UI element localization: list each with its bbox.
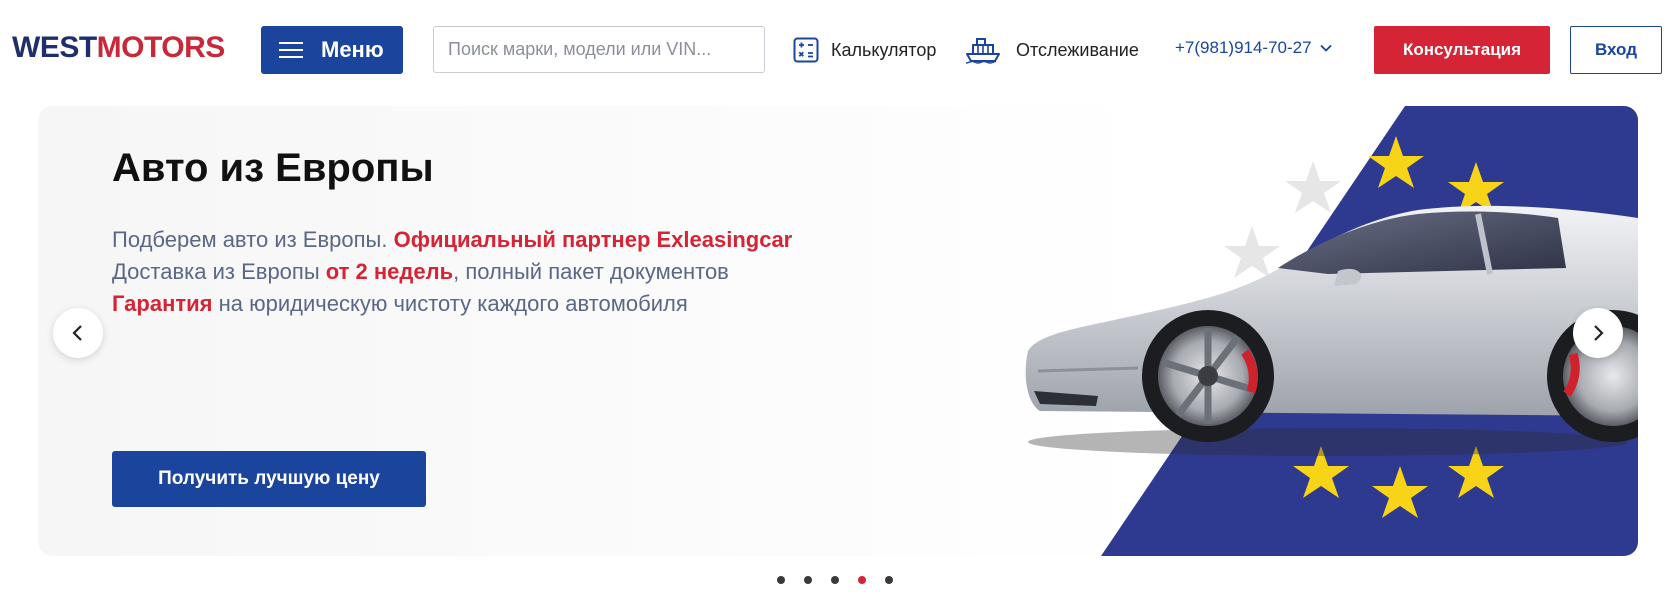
logo[interactable]: WESTMOTORS [12, 30, 225, 66]
calculator-label: Калькулятор [831, 39, 937, 60]
carousel-dot[interactable] [831, 576, 839, 584]
carousel-prev-button[interactable] [53, 308, 103, 358]
consultation-button[interactable]: Консультация [1374, 26, 1550, 74]
hero-line-2-highlight: от 2 недель [325, 259, 454, 284]
hero-line-1-highlight: Официальный партнер Exleasingcar [393, 227, 793, 252]
hero-description: Подберем авто из Европы. Официальный пар… [112, 224, 792, 320]
phone-number: +7(981)914-70-27 [1175, 38, 1312, 57]
chevron-right-icon [1594, 325, 1604, 341]
hero-line-2-text-b: , полный пакет документов [453, 259, 729, 284]
login-button[interactable]: Вход [1570, 26, 1662, 74]
hero-line-2-text-a: Доставка из Европы [112, 259, 326, 284]
hero-slide: Авто из Европы Подберем авто из Европы. … [38, 106, 1638, 556]
carousel-dot[interactable] [858, 576, 866, 584]
hero-line-1-text: Подберем авто из Европы. [112, 227, 394, 252]
get-best-price-button[interactable]: Получить лучшую цену [112, 451, 426, 507]
car-image [1025, 205, 1638, 442]
hero-line-3: Гарантия на юридическую чистоту каждого … [112, 288, 792, 320]
carousel-dot[interactable] [804, 576, 812, 584]
phone-dropdown[interactable]: +7(981)914-70-27 [1175, 38, 1332, 58]
logo-part-west: WEST [12, 31, 97, 64]
calculator-icon [793, 37, 819, 63]
menu-button-label: Меню [321, 37, 384, 62]
tracking-label: Отслеживание [1016, 39, 1139, 60]
hero-line-1: Подберем авто из Европы. Официальный пар… [112, 224, 792, 256]
carousel-dot[interactable] [777, 576, 785, 584]
logo-part-motors: MOTORS [96, 31, 226, 64]
menu-icon [279, 42, 303, 58]
carousel-dot[interactable] [885, 576, 893, 584]
carousel-next-button[interactable] [1573, 308, 1623, 358]
hero-line-3-text: на юридическую чистоту каждого автомобил… [212, 291, 688, 316]
hero-title: Авто из Европы [112, 146, 434, 190]
hero-line-2: Доставка из Европы от 2 недель, полный п… [112, 256, 792, 288]
hero-line-3-highlight: Гарантия [112, 291, 213, 316]
tracking-link[interactable]: Отслеживание [964, 34, 1139, 66]
chevron-left-icon [72, 325, 82, 341]
ship-icon [965, 38, 1000, 64]
chevron-down-icon [1319, 44, 1332, 52]
search-input[interactable] [433, 26, 765, 73]
carousel-pagination [777, 576, 912, 584]
calculator-link[interactable]: Калькулятор [793, 34, 936, 66]
menu-button[interactable]: Меню [261, 26, 403, 74]
site-header: WESTMOTORS Меню Калькулятор Отслеживание… [0, 0, 1668, 100]
